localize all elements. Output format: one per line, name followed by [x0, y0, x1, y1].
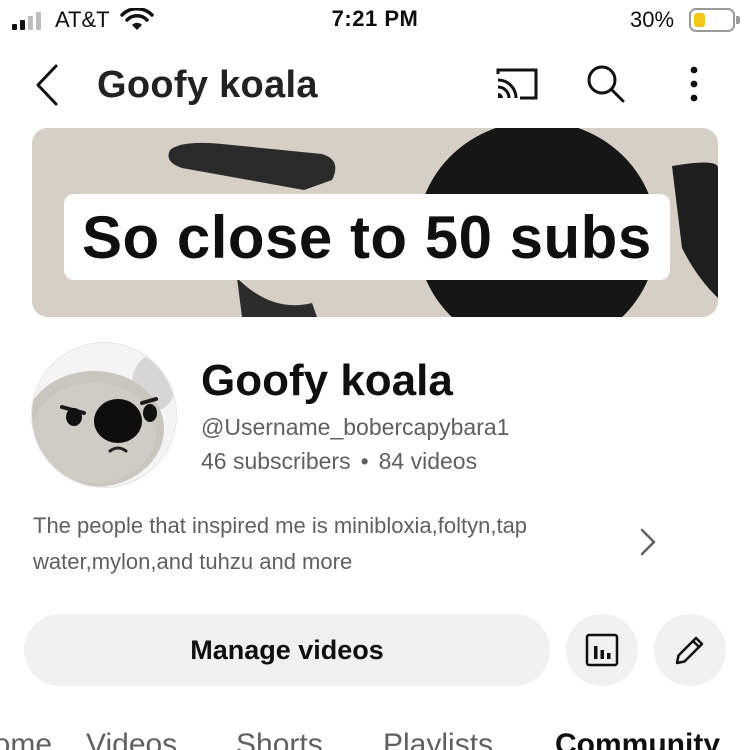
channel-banner: So close to 50 subs	[32, 128, 718, 317]
banner-text: So close to 50 subs	[64, 194, 670, 280]
edit-icon	[675, 636, 704, 665]
app-bar: Goofy koala	[0, 50, 750, 120]
stats-separator: •	[360, 448, 369, 474]
analytics-icon	[585, 633, 619, 667]
page-title: Goofy koala	[97, 64, 318, 106]
channel-handle: @Username_bobercapybara1	[201, 414, 510, 440]
back-icon[interactable]	[28, 62, 68, 108]
manage-videos-button[interactable]: Manage videos	[24, 614, 550, 686]
tab-community[interactable]: Community	[555, 728, 720, 750]
battery-fill	[694, 13, 705, 27]
tab-home[interactable]: Home	[0, 728, 52, 750]
subscriber-count: 46 subscribers	[201, 448, 351, 474]
channel-tabs: Home Videos Shorts Playlists Community	[0, 728, 750, 750]
video-count: 84 videos	[378, 448, 478, 474]
edit-button[interactable]	[654, 614, 726, 686]
tab-videos[interactable]: Videos	[86, 728, 177, 750]
more-vertical-icon[interactable]	[680, 64, 708, 104]
channel-description[interactable]: The people that inspired me is minibloxi…	[33, 508, 623, 580]
analytics-button[interactable]	[566, 614, 638, 686]
cast-icon[interactable]	[494, 64, 540, 104]
search-icon[interactable]	[583, 62, 629, 106]
chevron-right-icon[interactable]	[636, 527, 660, 557]
battery-icon	[689, 8, 740, 32]
tab-playlists[interactable]: Playlists	[383, 728, 493, 750]
status-bar: AT&T 7:21 PM 30%	[0, 0, 750, 40]
battery-percent: 30%	[630, 7, 675, 32]
channel-stats: 46 subscribers • 84 videos	[201, 448, 477, 475]
koala-avatar-image	[32, 343, 176, 487]
avatar[interactable]	[31, 342, 177, 488]
tab-shorts[interactable]: Shorts	[236, 728, 323, 750]
channel-name: Goofy koala	[201, 356, 453, 405]
